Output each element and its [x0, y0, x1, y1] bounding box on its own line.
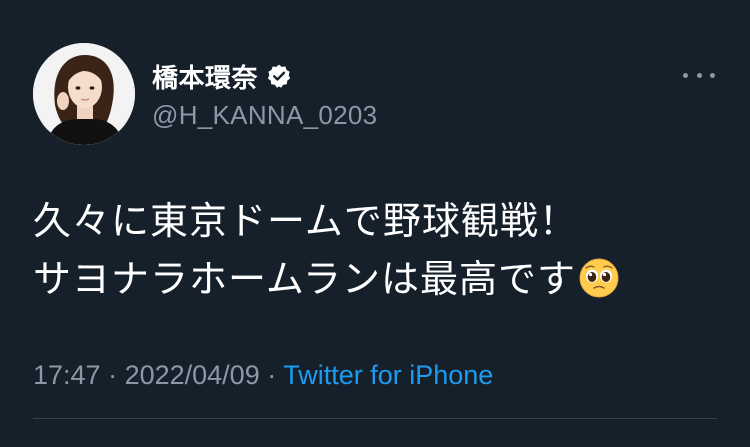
divider: [33, 418, 717, 419]
more-options-icon-dot-2: [696, 72, 702, 78]
user-info: 橋本環奈 @H_KANNA_0203: [152, 58, 377, 131]
profile-photo-icon: [33, 43, 135, 145]
tweet-body: 久々に東京ドームで野球観戦！ サヨナラホームランは最高です: [33, 192, 723, 308]
tweet-line-2-text: サヨナラホームランは最高です: [33, 257, 576, 301]
tweet-metadata: 17:47 · 2022/04/09 · Twitter for iPhone: [33, 360, 493, 391]
name-row: 橋本環奈: [152, 58, 377, 94]
more-options-icon-dot-3: [710, 72, 715, 78]
tweet-date[interactable]: 2022/04/09: [125, 360, 260, 390]
tweet-card: 橋本環奈 @H_KANNA_0203 久々に東京ドームで野球観戦！ サヨナラホー…: [0, 0, 750, 447]
meta-separator-1: ·: [100, 360, 125, 390]
more-options-icon: [683, 72, 688, 78]
tweet-time[interactable]: 17:47: [33, 360, 101, 390]
user-handle[interactable]: @H_KANNA_0203: [152, 100, 377, 131]
tweet-line-2: サヨナラホームランは最高です: [33, 250, 723, 308]
display-name[interactable]: 橋本環奈: [152, 58, 258, 95]
meta-separator-2: ·: [259, 360, 284, 390]
verified-badge-icon: [266, 63, 292, 89]
more-options-button[interactable]: [683, 63, 715, 87]
tweet-source-link[interactable]: Twitter for iPhone: [283, 360, 493, 390]
pleading-face-emoji-icon: [578, 257, 620, 299]
tweet-line-1: 久々に東京ドームで野球観戦！: [33, 199, 578, 243]
avatar[interactable]: [33, 43, 135, 145]
